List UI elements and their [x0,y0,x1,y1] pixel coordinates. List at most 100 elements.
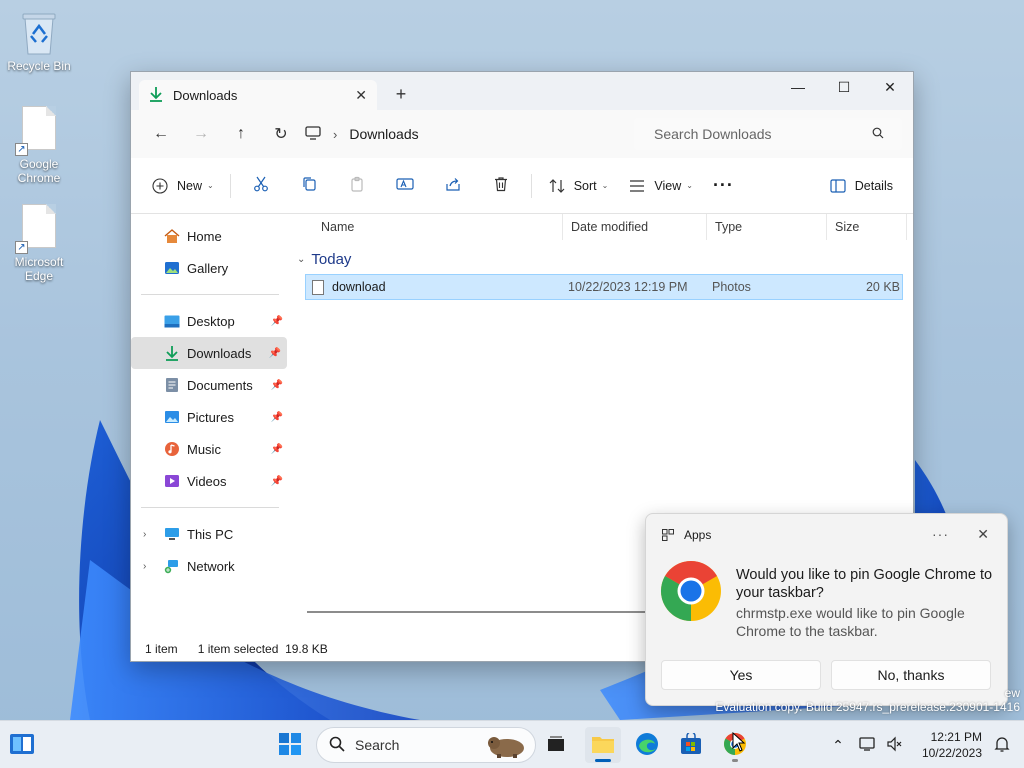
videos-icon [163,473,181,489]
column-date-modified[interactable]: Date modified [563,214,707,240]
pin-icon[interactable]: 📌 [271,476,283,487]
sidebar-item-label: Music [187,441,221,457]
column-type[interactable]: Type [707,214,827,240]
command-bar: New ⌄ Sort ⌄ View ⌄ ··· Details [131,158,913,214]
sidebar-item-label: Pictures [187,409,234,425]
file-icon [312,279,324,295]
column-size[interactable]: Size [827,214,907,240]
copy-button[interactable] [285,170,333,202]
more-options-button[interactable]: ··· [703,170,744,202]
watermark-line: Evaluation copy. Build 25947.rs_prerelea… [715,700,1020,714]
column-name[interactable]: Name [289,214,563,240]
back-button[interactable]: ← [141,118,181,150]
paste-button[interactable] [333,170,381,202]
sidebar-item-home[interactable]: Home [131,220,289,252]
group-header-today[interactable]: ⌄ Today [289,246,913,272]
navigation-pane: Home Gallery Desktop 📌 Downloads 📌 Docum… [131,214,289,641]
sidebar-item-gallery[interactable]: Gallery [131,252,289,284]
chevron-right-icon[interactable]: › [333,127,337,142]
breadcrumb[interactable]: Downloads [349,126,418,142]
selection-info: 1 item selected 19.8 KB [197,642,328,656]
taskbar-edge[interactable] [629,727,665,763]
maximize-button[interactable]: ☐ [821,72,867,102]
paste-icon [349,176,365,195]
pin-icon[interactable]: 📌 [271,380,283,391]
details-pane-button[interactable]: Details [819,170,903,202]
file-name: download [332,280,386,294]
desktop-icon-google-chrome[interactable]: ↗ Google Chrome [1,106,77,185]
details-pane-icon [829,177,847,195]
title-bar[interactable]: Downloads ✕ + — ☐ ✕ [131,72,913,110]
gallery-icon [163,260,181,276]
minimize-button[interactable]: — [775,72,821,102]
clock[interactable]: 12:21 PM 10/22/2023 [922,729,982,761]
widgets-button[interactable] [4,727,40,763]
taskbar-file-explorer[interactable] [585,727,621,763]
file-type: Photos [712,280,751,294]
pin-icon[interactable]: 📌 [271,316,283,327]
view-button[interactable]: View ⌄ [618,170,703,202]
network-status-icon[interactable] [858,736,878,755]
sidebar-item-label: Home [187,228,222,244]
task-view-icon [546,735,566,756]
sidebar-item-music[interactable]: Music 📌 [131,433,289,465]
desktop-icon-microsoft-edge[interactable]: ↗ Microsoft Edge [1,204,77,283]
toast-title: Would you like to pin Google Chrome to y… [736,567,993,601]
refresh-button[interactable]: ↻ [261,118,301,150]
sidebar-item-pictures[interactable]: Pictures 📌 [131,401,289,433]
toast-more-icon[interactable]: ··· [932,526,949,542]
taskbar-search-label: Search [355,737,400,753]
taskbar-search-box[interactable]: Search [316,727,536,763]
show-hidden-icons-button[interactable]: ⌃ [828,737,848,754]
cut-button[interactable] [237,170,285,202]
table-row[interactable]: download 10/22/2023 12:19 PM Photos 20 K… [305,274,903,300]
taskbar-microsoft-store[interactable] [673,727,709,763]
sidebar-item-videos[interactable]: Videos 📌 [131,465,289,497]
forward-button[interactable]: → [181,118,221,150]
chevron-right-icon[interactable]: › [143,561,146,572]
edge-icon [635,732,659,759]
notification-center-button[interactable] [984,727,1020,763]
sort-button[interactable]: Sort ⌄ [538,170,619,202]
pin-icon[interactable]: 📌 [269,348,281,359]
share-button[interactable] [429,170,477,202]
chevron-down-icon: ⌄ [207,181,214,190]
task-view-button[interactable] [538,727,574,763]
tab-title: Downloads [173,87,238,103]
new-button[interactable]: New ⌄ [141,170,224,202]
tab-close-icon[interactable]: ✕ [355,87,367,104]
sidebar-item-documents[interactable]: Documents 📌 [131,369,289,401]
store-icon [680,730,702,758]
no-thanks-button[interactable]: No, thanks [831,660,991,690]
start-button[interactable] [272,727,308,763]
desktop-icon-recycle-bin[interactable]: Recycle Bin [1,8,77,73]
nav-divider [141,294,279,295]
close-button[interactable]: ✕ [867,72,913,102]
sidebar-item-label: This PC [187,526,234,542]
address-bar[interactable]: › Downloads [305,118,605,150]
more-icon: ··· [712,175,734,195]
sidebar-item-label: Downloads [187,345,252,361]
tab-downloads[interactable]: Downloads ✕ [139,80,377,110]
monitor-icon [305,125,321,143]
rename-button[interactable] [381,170,429,202]
horizontal-scrollbar[interactable] [307,611,647,613]
search-input[interactable]: Search Downloads [634,118,902,150]
clock-time: 12:21 PM [930,730,982,744]
yes-button[interactable]: Yes [661,660,821,690]
pin-icon[interactable]: 📌 [271,412,283,423]
sidebar-item-desktop[interactable]: Desktop 📌 [131,305,289,337]
desktop-folder-icon [163,313,181,329]
sidebar-item-this-pc[interactable]: › This PC [131,518,289,550]
volume-muted-icon[interactable] [886,736,902,755]
chevron-right-icon[interactable]: › [143,529,146,540]
up-button[interactable]: ↑ [221,118,261,150]
pin-icon[interactable]: 📌 [271,444,283,455]
file-shortcut-icon: ↗ [15,204,59,254]
toast-close-icon[interactable]: ✕ [977,526,989,543]
sidebar-item-network[interactable]: › Network [131,550,289,582]
new-tab-button[interactable]: + [393,84,409,105]
delete-button[interactable] [477,170,525,202]
file-size: 20 KB [865,280,900,294]
sidebar-item-downloads[interactable]: Downloads 📌 [131,337,287,369]
